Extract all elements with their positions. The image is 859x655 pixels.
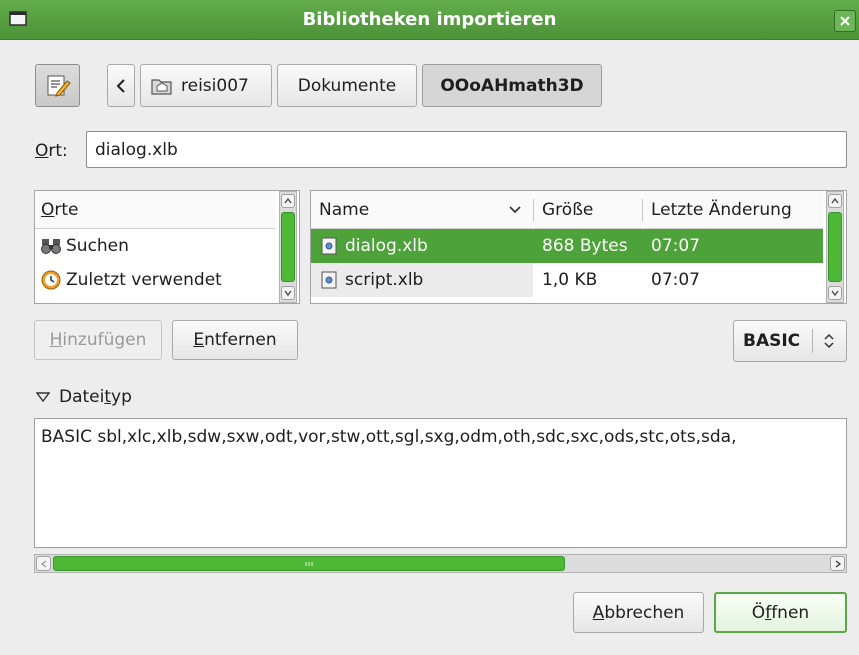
binoculars-icon <box>41 239 61 254</box>
triangle-down-icon <box>36 392 50 402</box>
files-scrollbar[interactable] <box>826 191 844 303</box>
file-size: 868 Bytes <box>542 236 628 256</box>
file-size: 1,0 KB <box>542 270 598 290</box>
chevron-down-icon <box>284 290 292 296</box>
path-back-button[interactable] <box>107 64 135 107</box>
column-header-modified[interactable]: Letzte Änderung <box>643 191 823 229</box>
scroll-right-arrow[interactable] <box>830 556 845 571</box>
places-item-recent[interactable]: Zuletzt verwendet <box>35 263 275 297</box>
location-input-value: dialog.xlb <box>95 139 178 160</box>
filter-select-value: BASIC <box>743 331 801 351</box>
filetype-expander[interactable]: Datei t yp <box>36 385 132 409</box>
scroll-left-arrow[interactable] <box>36 556 51 571</box>
grip-icon <box>305 561 313 566</box>
chevron-left-icon <box>116 78 125 93</box>
file-name: script.xlb <box>345 270 424 290</box>
places-scrollbar[interactable] <box>279 191 297 303</box>
open-button[interactable]: Öf fnen <box>714 592 847 633</box>
cancel-button[interactable]: Abbrechen <box>573 592 704 633</box>
filetype-text: BASIC sbl,xlc,xlb,sdw,sxw,odt,vor,stw,ot… <box>41 427 737 447</box>
scroll-thumb[interactable] <box>281 212 295 282</box>
scroll-up-arrow[interactable] <box>281 194 295 208</box>
places-item-search[interactable]: Suchen <box>35 229 275 263</box>
edit-location-button[interactable] <box>35 64 80 107</box>
pencil-note-icon <box>47 75 71 97</box>
window-menu-icon[interactable] <box>8 9 28 29</box>
places-header[interactable]: Orte <box>35 191 275 229</box>
scroll-down-arrow[interactable] <box>828 286 842 300</box>
window-title: Bibliotheken importieren <box>302 9 557 30</box>
column-header-size[interactable]: Größe <box>534 191 642 229</box>
location-input[interactable]: dialog.xlb <box>86 131 847 168</box>
breadcrumb-dokumente[interactable]: Dokumente <box>277 64 417 107</box>
chevron-left-icon <box>40 559 46 568</box>
places-item-label: Suchen <box>66 236 129 256</box>
title-bar: Bibliotheken importieren <box>0 0 859 40</box>
file-icon <box>321 271 337 289</box>
recent-icon <box>41 270 61 290</box>
file-name: dialog.xlb <box>345 236 428 256</box>
scroll-thumb[interactable] <box>53 556 565 571</box>
filter-select[interactable]: BASIC <box>733 320 847 362</box>
file-row[interactable]: script.xlb 1,0 KB 07:07 <box>311 263 823 297</box>
column-header-name[interactable]: Name <box>311 191 533 229</box>
places-panel: Orte Suchen Zuletzt verwendet <box>34 190 300 304</box>
breadcrumb-ooahmath3d[interactable]: OOoAHmath3D <box>422 64 602 107</box>
home-folder-icon <box>151 78 172 95</box>
breadcrumb-label: OOoAHmath3D <box>440 75 584 96</box>
close-button[interactable] <box>834 10 856 32</box>
chevron-down-icon <box>831 290 839 296</box>
file-modified: 07:07 <box>651 270 700 290</box>
places-item-label: Zuletzt verwendet <box>66 270 222 290</box>
file-row[interactable]: dialog.xlb 868 Bytes 07:07 <box>311 229 823 263</box>
scroll-down-arrow[interactable] <box>281 286 295 300</box>
remove-place-button[interactable]: Entfernen <box>172 320 298 360</box>
chevron-right-icon <box>835 559 841 568</box>
files-panel: Name Größe Letzte Änderung dialog.xlb 86… <box>310 190 847 304</box>
file-modified: 07:07 <box>651 236 700 256</box>
updown-arrows-icon <box>824 333 834 349</box>
add-place-button[interactable]: Hinzufügen <box>34 320 162 360</box>
scroll-thumb[interactable] <box>828 212 842 282</box>
filetype-textarea[interactable]: BASIC sbl,xlc,xlb,sdw,sxw,odt,vor,stw,ot… <box>34 418 847 548</box>
chevron-up-icon <box>831 198 839 204</box>
filetype-hscrollbar[interactable] <box>34 554 847 573</box>
close-icon <box>840 16 850 26</box>
scroll-up-arrow[interactable] <box>828 194 842 208</box>
breadcrumb-label: reisi007 <box>181 75 249 96</box>
sort-down-icon <box>509 205 521 213</box>
file-icon <box>321 237 337 255</box>
chevron-up-icon <box>284 198 292 204</box>
location-label: Ort: <box>35 141 68 161</box>
breadcrumb-reisi007[interactable]: reisi007 <box>140 64 272 107</box>
breadcrumb-label: Dokumente <box>297 75 397 96</box>
